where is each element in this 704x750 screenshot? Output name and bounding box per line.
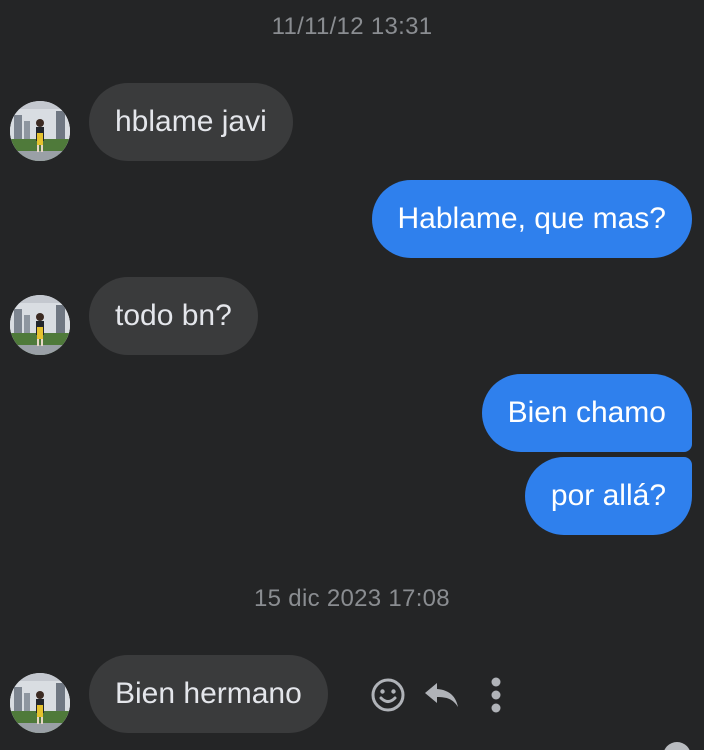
seen-avatar: [663, 742, 691, 750]
avatar-photo-icon: [10, 673, 70, 733]
timestamp-divider: 15 dic 2023 17:08: [254, 585, 450, 612]
contact-avatar[interactable]: [10, 673, 70, 733]
avatar-photo-icon: [10, 101, 70, 161]
chat-thread: 11/11/12 13:31 hblame javi Hablame, que …: [0, 0, 704, 750]
incoming-message[interactable]: Bien hermano: [89, 655, 328, 733]
smiley-icon[interactable]: [368, 675, 408, 715]
more-vertical-icon[interactable]: [476, 675, 516, 715]
outgoing-message[interactable]: Bien chamo: [481, 374, 692, 452]
incoming-message[interactable]: todo bn?: [89, 277, 258, 355]
message-actions: [368, 674, 516, 716]
contact-avatar[interactable]: [10, 295, 70, 355]
incoming-message[interactable]: hblame javi: [89, 83, 293, 161]
reply-icon[interactable]: [422, 675, 462, 715]
outgoing-message[interactable]: Hablame, que mas?: [371, 180, 692, 258]
timestamp-divider: 11/11/12 13:31: [271, 13, 433, 40]
avatar-photo-icon: [10, 295, 70, 355]
outgoing-message[interactable]: por allá?: [524, 457, 692, 535]
contact-avatar[interactable]: [10, 101, 70, 161]
